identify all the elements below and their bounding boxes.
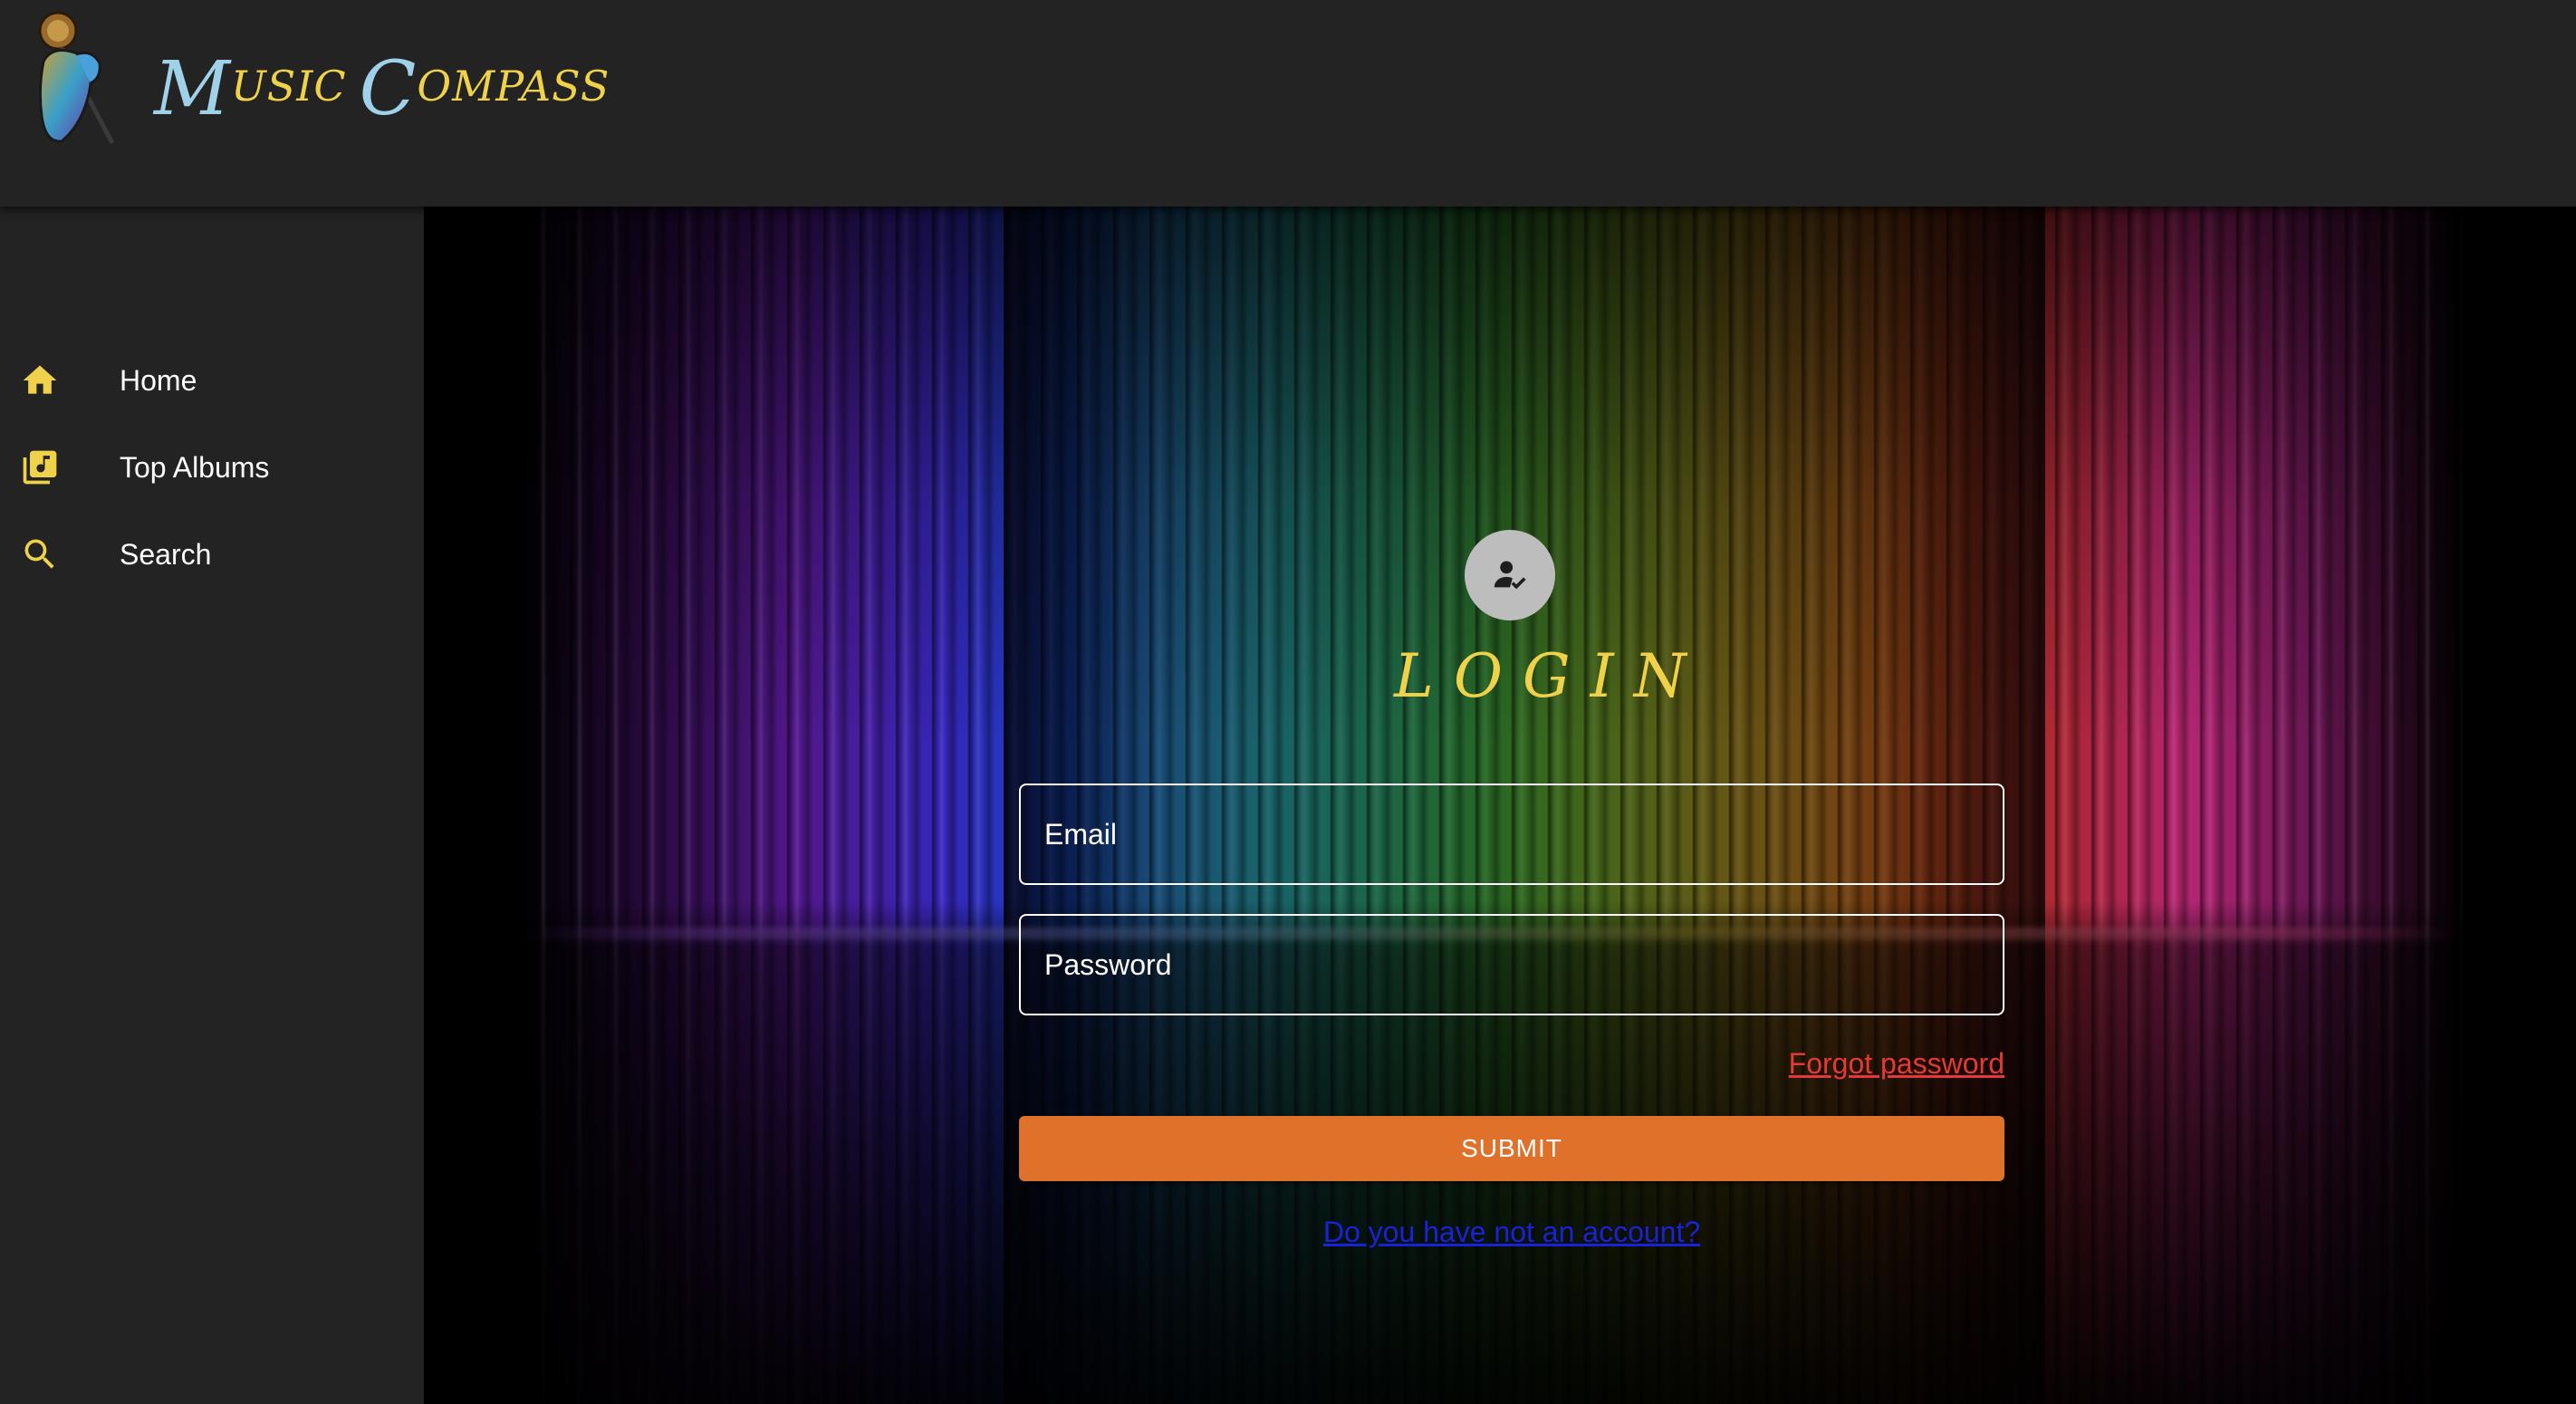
user-check-avatar [1465,530,1555,620]
album-library-icon [18,446,62,489]
brand-letter-c: C [359,46,418,132]
app-header: M USIC C OMPASS [0,0,2576,207]
sidebar-item-label: Search [120,537,212,571]
login-title: LOGIN [1394,641,1706,711]
sidebar: Home Top Albums Search [0,207,424,1404]
signup-link[interactable]: Do you have not an account? [1019,1216,2004,1249]
sidebar-item-top-albums[interactable]: Top Albums [0,424,424,511]
password-field[interactable] [1019,914,2004,1015]
sidebar-item-home[interactable]: Home [0,337,424,424]
login-stage: LOGIN Forgot password SUBMIT Do you have… [424,207,2576,1404]
user-check-icon [1494,561,1526,590]
brand-word-ompass: OMPASS [417,62,610,111]
brand-word-usic: USIC [230,62,347,111]
forgot-password-link[interactable]: Forgot password [1789,1047,2004,1081]
microphone-hand-logo-icon[interactable] [25,7,132,152]
sidebar-item-label: Top Albums [120,450,270,484]
sidebar-item-search[interactable]: Search [0,511,424,598]
brand-logo-text[interactable]: M USIC C OMPASS [154,36,622,127]
search-icon [18,533,62,576]
home-icon [18,359,62,402]
submit-button[interactable]: SUBMIT [1019,1116,2004,1181]
sidebar-item-label: Home [120,363,197,397]
email-field[interactable] [1019,784,2004,885]
brand-letter-m: M [154,46,231,132]
